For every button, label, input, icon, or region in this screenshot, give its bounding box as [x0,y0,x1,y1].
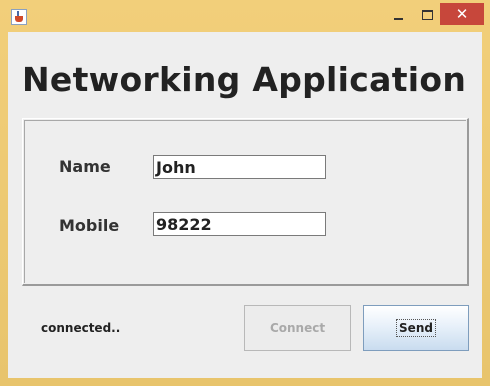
mobile-label: Mobile [59,216,120,235]
java-app-icon[interactable] [11,9,27,25]
content-pane: Networking Application Name John Mobile … [8,32,482,378]
mobile-field[interactable]: 98222 [153,212,326,236]
page-title: Networking Application [22,60,467,99]
name-field[interactable]: John [153,155,326,179]
send-button-label: Send [396,319,436,337]
send-button[interactable]: Send [363,305,469,351]
application-window: ✕ Networking Application Name John Mobil… [0,0,490,386]
connect-button[interactable]: Connect [244,305,351,351]
connection-status: connected.. [41,321,121,335]
close-button[interactable]: ✕ [440,3,484,25]
close-icon: ✕ [455,5,469,23]
connect-button-label: Connect [269,321,326,335]
form-panel-border [24,120,466,283]
title-bar[interactable]: ✕ [0,0,490,32]
minimize-button[interactable] [384,5,412,25]
maximize-button[interactable] [413,5,441,25]
form-panel: Name John Mobile 98222 [22,118,469,286]
name-label: Name [59,157,111,176]
